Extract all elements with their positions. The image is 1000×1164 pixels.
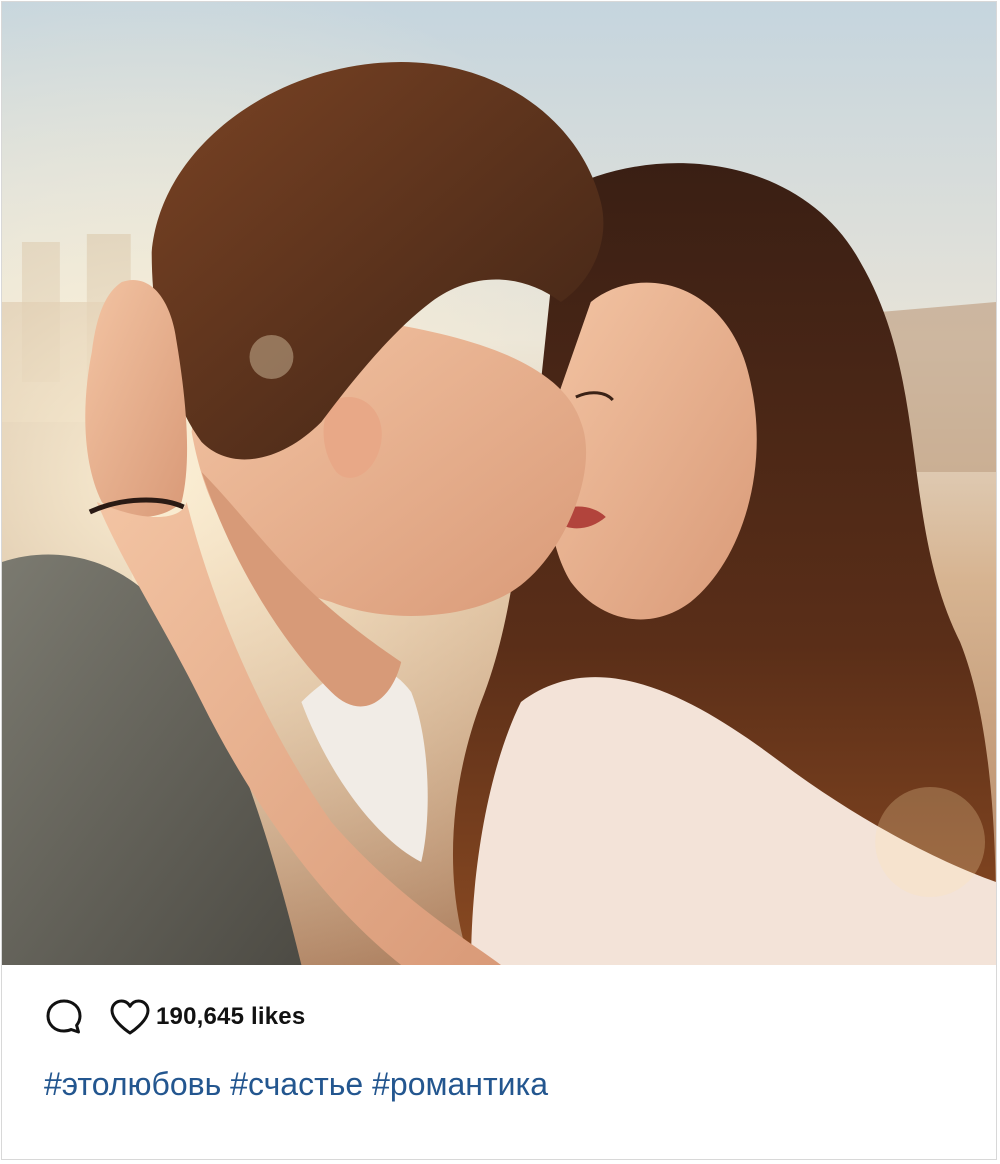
hashtag-link[interactable]: #романтика bbox=[372, 1066, 548, 1102]
post-card: 190,645 likes #этолюбовь #счастье #роман… bbox=[1, 1, 997, 1160]
photo-illustration bbox=[2, 2, 996, 965]
hashtag-link[interactable]: #счастье bbox=[230, 1066, 363, 1102]
hashtag-link[interactable]: #этолюбовь bbox=[44, 1066, 221, 1102]
post-photo[interactable] bbox=[2, 2, 996, 965]
comment-button[interactable] bbox=[42, 995, 86, 1039]
heart-icon bbox=[110, 999, 150, 1035]
likes-count[interactable]: 190,645 likes bbox=[156, 1003, 305, 1031]
post-actions: 190,645 likes bbox=[42, 995, 305, 1039]
like-button[interactable] bbox=[108, 995, 152, 1039]
comment-icon bbox=[46, 999, 82, 1034]
hashtags: #этолюбовь #счастье #романтика bbox=[44, 1066, 548, 1103]
